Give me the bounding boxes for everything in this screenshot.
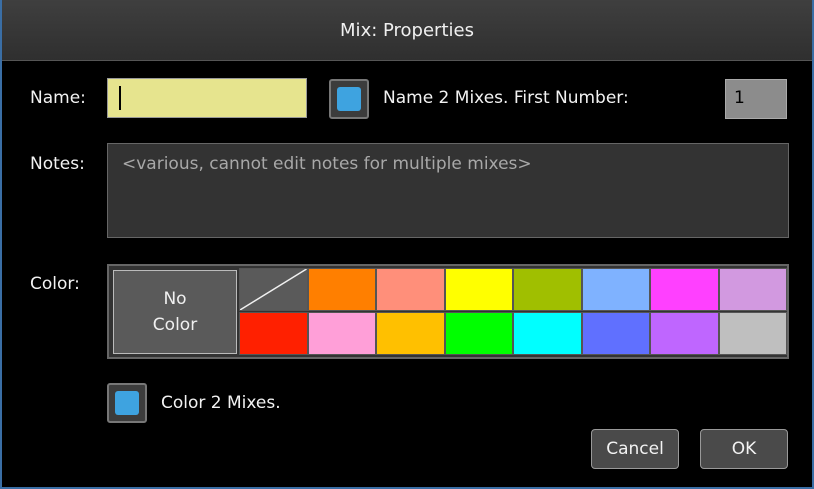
color-swatch[interactable] — [376, 312, 445, 355]
first-number-field[interactable]: 1 — [725, 79, 787, 119]
notes-field: <various, cannot edit notes for multiple… — [107, 143, 789, 238]
name-multiple-label: Name 2 Mixes. First Number: — [383, 88, 629, 108]
color-swatch[interactable] — [444, 268, 513, 311]
name-label: Name: — [30, 88, 86, 108]
color-swatch[interactable] — [444, 312, 513, 355]
color-swatch[interactable] — [239, 312, 308, 355]
color-swatch[interactable] — [650, 312, 719, 355]
color-swatch[interactable] — [376, 268, 445, 311]
color-swatch[interactable] — [307, 312, 376, 355]
ok-button[interactable]: OK — [700, 429, 788, 469]
color-swatch[interactable] — [307, 268, 376, 311]
color-swatch[interactable] — [513, 312, 582, 355]
color-multiple-label: Color 2 Mixes. — [161, 393, 281, 413]
diagonal-line-icon — [239, 268, 307, 311]
color-swatch[interactable] — [718, 312, 787, 355]
name-input[interactable] — [107, 78, 307, 118]
no-color-label-line1: No — [163, 289, 187, 309]
color-swatch[interactable] — [581, 312, 650, 355]
checkbox-checked-indicator — [115, 391, 139, 415]
checkbox-checked-indicator — [337, 87, 361, 111]
color-palette: No Color — [107, 264, 789, 359]
notes-label: Notes: — [30, 154, 85, 174]
text-caret — [119, 86, 121, 110]
color-swatch-mixed[interactable] — [239, 268, 308, 311]
cancel-button[interactable]: Cancel — [591, 429, 679, 469]
color-multiple-checkbox[interactable] — [107, 383, 147, 423]
dialog-title: Mix: Properties — [2, 0, 812, 61]
no-color-label-line2: Color — [152, 315, 198, 335]
color-swatch[interactable] — [513, 268, 582, 311]
name-multiple-checkbox[interactable] — [329, 79, 369, 119]
color-swatch[interactable] — [650, 268, 719, 311]
color-swatch[interactable] — [581, 268, 650, 311]
color-label: Color: — [30, 274, 80, 294]
no-color-button[interactable]: No Color — [113, 270, 237, 354]
color-swatch[interactable] — [718, 268, 787, 311]
mix-properties-dialog: Mix: Properties Name: Name 2 Mixes. Firs… — [0, 0, 814, 489]
